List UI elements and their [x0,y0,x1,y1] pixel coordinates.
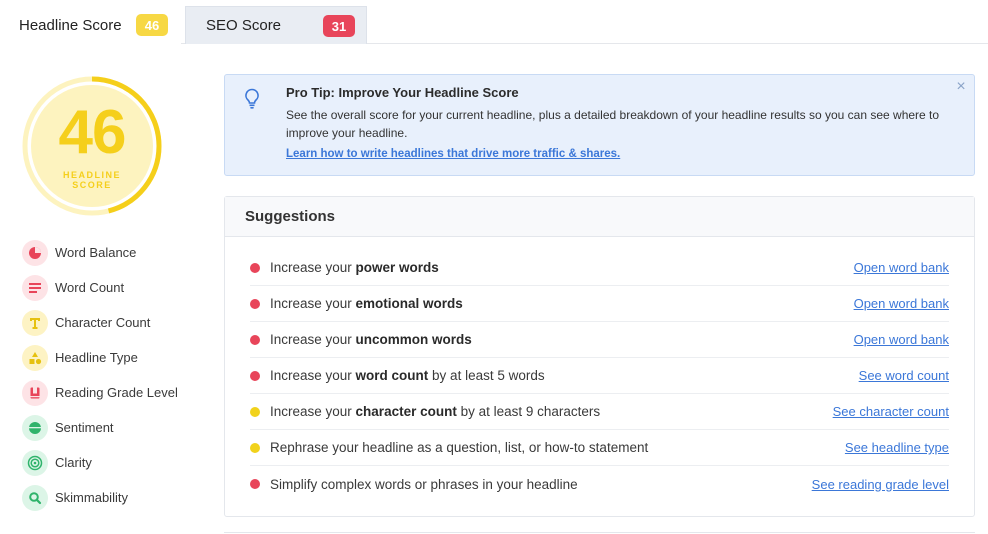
suggestion-item: Rephrase your headline as a question, li… [250,430,949,466]
suggestion-text-pre: Increase your [270,404,356,419]
status-dot [250,406,260,417]
suggestion-item: Increase your emotional words Open word … [250,286,949,322]
pie-chart-icon [22,239,48,266]
score-badge: 46 [136,14,168,36]
headline-score-circle: 46 HEADLINE SCORE [22,76,162,216]
status-dot [250,370,260,381]
suggestions-list: Increase your power words Open word bank… [225,250,974,502]
score-value: 46 [58,98,127,167]
suggestion-link[interactable]: See headline type [845,440,949,455]
tab-headline-score[interactable]: Headline Score 46 [0,6,181,44]
suggestion-text-pre: Increase your [270,260,356,275]
suggestion-text-pre: Increase your [270,296,356,311]
metrics-list: Word Balance Word Count Character Count … [22,235,212,515]
suggestion-item: Increase your word count by at least 5 w… [250,358,949,394]
suggestion-link[interactable]: See word count [859,368,949,383]
suggestion-link[interactable]: Open word bank [854,260,949,275]
lines-icon [22,274,48,301]
suggestion-keyword: power words [355,260,439,275]
text-t-icon [22,309,48,336]
suggestion-item: Increase your character count by at leas… [250,394,949,430]
suggestion-text: Increase your power words [270,260,439,275]
status-dot [250,298,260,309]
metric-character-count[interactable]: Character Count [22,305,212,340]
suggestion-link[interactable]: Open word bank [854,332,949,347]
suggestion-text: Simplify complex words or phrases in you… [270,477,578,492]
suggestion-text-post: by at least 5 words [428,368,545,383]
suggestion-link[interactable]: See reading grade level [812,477,949,492]
suggestions-title: Suggestions [225,197,974,237]
suggestion-text: Increase your uncommon words [270,332,472,347]
status-dot [250,442,260,453]
metric-label: Clarity [55,455,92,470]
status-dot [250,262,260,273]
suggestion-text-post: by at least 9 characters [456,404,601,419]
target-icon [22,449,48,476]
suggestion-text: Rephrase your headline as a question, li… [270,440,648,455]
metric-label: Headline Type [55,350,138,365]
suggestion-item: Increase your uncommon words Open word b… [250,322,949,358]
metric-label: Sentiment [55,420,114,435]
suggestion-keyword: emotional words [355,296,463,311]
pro-tip-body: See the overall score for your current h… [286,108,940,140]
suggestion-text-pre: Simplify complex words or phrases in you… [270,476,578,492]
suggestion-link[interactable]: See character count [833,404,949,419]
suggestion-keyword: word count [355,368,429,383]
metric-label: Reading Grade Level [55,385,178,400]
metric-clarity[interactable]: Clarity [22,445,212,480]
shapes-icon [22,344,48,371]
score-label: HEADLINE SCORE [22,170,162,190]
suggestion-text: Increase your character count by at leas… [270,404,600,419]
book-icon [22,379,48,406]
metric-label: Skimmability [55,490,128,505]
score-label-line2: SCORE [72,180,112,190]
suggestion-keyword: uncommon words [355,332,472,347]
tab-label: Headline Score [19,16,122,34]
metric-label: Word Balance [55,245,137,260]
suggestion-item: Increase your power words Open word bank [250,250,949,286]
suggestions-panel: Suggestions Increase your power words Op… [224,196,975,517]
lightbulb-icon [244,88,260,115]
suggestion-text-pre: Increase your [270,368,356,383]
suggestion-item: Simplify complex words or phrases in you… [250,466,949,502]
tab-bar: Headline Score 46 SEO Score 31 [0,0,988,44]
metric-reading-grade-level[interactable]: Reading Grade Level [22,375,212,410]
metric-headline-type[interactable]: Headline Type [22,340,212,375]
score-label-line1: HEADLINE [62,170,121,180]
smiley-icon [22,414,48,441]
metric-label: Character Count [55,315,151,330]
suggestion-text-pre: Rephrase your headline as a question, li… [270,440,649,455]
suggestion-link[interactable]: Open word bank [854,296,949,311]
magnifier-icon [22,484,48,511]
status-dot [250,479,260,489]
headline-guide-link[interactable]: Learn how to write headlines that drive … [286,148,620,160]
metric-word-balance[interactable]: Word Balance [22,235,212,270]
divider [224,532,975,533]
tab-seo-score[interactable]: SEO Score 31 [185,6,367,44]
suggestion-text: Increase your emotional words [270,296,463,311]
metric-skimmability[interactable]: Skimmability [22,480,212,515]
suggestion-text: Increase your word count by at least 5 w… [270,368,545,383]
suggestion-text-pre: Increase your [270,332,356,347]
pro-tip-banner: Pro Tip: Improve Your Headline Score See… [224,74,975,176]
metric-word-count[interactable]: Word Count [22,270,212,305]
metric-sentiment[interactable]: Sentiment [22,410,212,445]
status-dot [250,334,260,345]
close-icon[interactable]: × [954,79,968,95]
tab-label: SEO Score [206,17,282,34]
metric-label: Word Count [55,280,125,295]
suggestion-keyword: character count [355,404,457,419]
pro-tip-title: Pro Tip: Improve Your Headline Score [286,85,519,100]
score-badge: 31 [323,15,355,37]
